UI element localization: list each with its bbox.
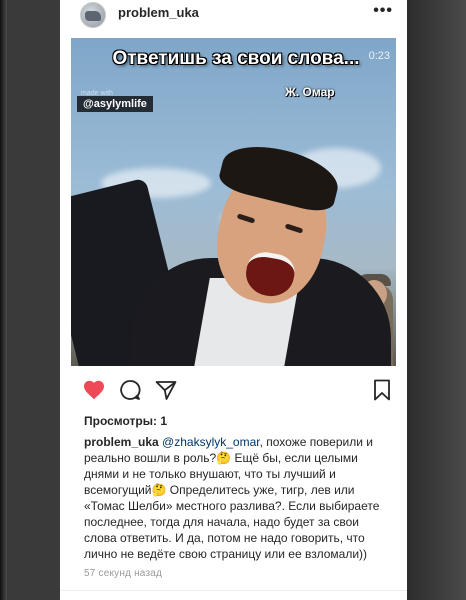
bookmark-icon[interactable] (370, 378, 396, 404)
post-username[interactable]: problem_uka (118, 5, 199, 20)
background-left (0, 0, 7, 600)
post-caption: problem_uka @zhaksylyk_omar, похоже пове… (84, 434, 390, 562)
more-icon[interactable]: ••• (373, 2, 393, 20)
avatar[interactable] (80, 2, 106, 28)
comment-icon[interactable] (118, 378, 144, 404)
share-icon[interactable] (154, 378, 180, 404)
post-timestamp: 57 секунд назад (84, 568, 163, 579)
channel-tag: @asylymlife (77, 96, 153, 112)
video-timer: 0:23 (368, 50, 390, 62)
post-actions (60, 378, 407, 406)
post-video[interactable]: Ответишь за свои слова... 0:23 Ж. Омар m… (71, 38, 396, 366)
post-header: problem_uka ••• (60, 0, 407, 30)
heart-icon[interactable] (82, 378, 108, 404)
video-overlay-title: Ответишь за свои слова... (112, 48, 360, 69)
video-overlay-author: Ж. Омар (285, 85, 335, 99)
caption-username[interactable]: problem_uka (84, 435, 159, 449)
post-card: problem_uka ••• Ответишь за свои слова..… (60, 0, 407, 600)
views-count[interactable]: Просмотры: 1 (84, 414, 167, 428)
divider (60, 590, 407, 591)
caption-text: , похоже поверили и реально вошли в роль… (84, 435, 380, 561)
background-right (406, 0, 466, 600)
caption-mention[interactable]: @zhaksylyk_omar (162, 435, 260, 449)
